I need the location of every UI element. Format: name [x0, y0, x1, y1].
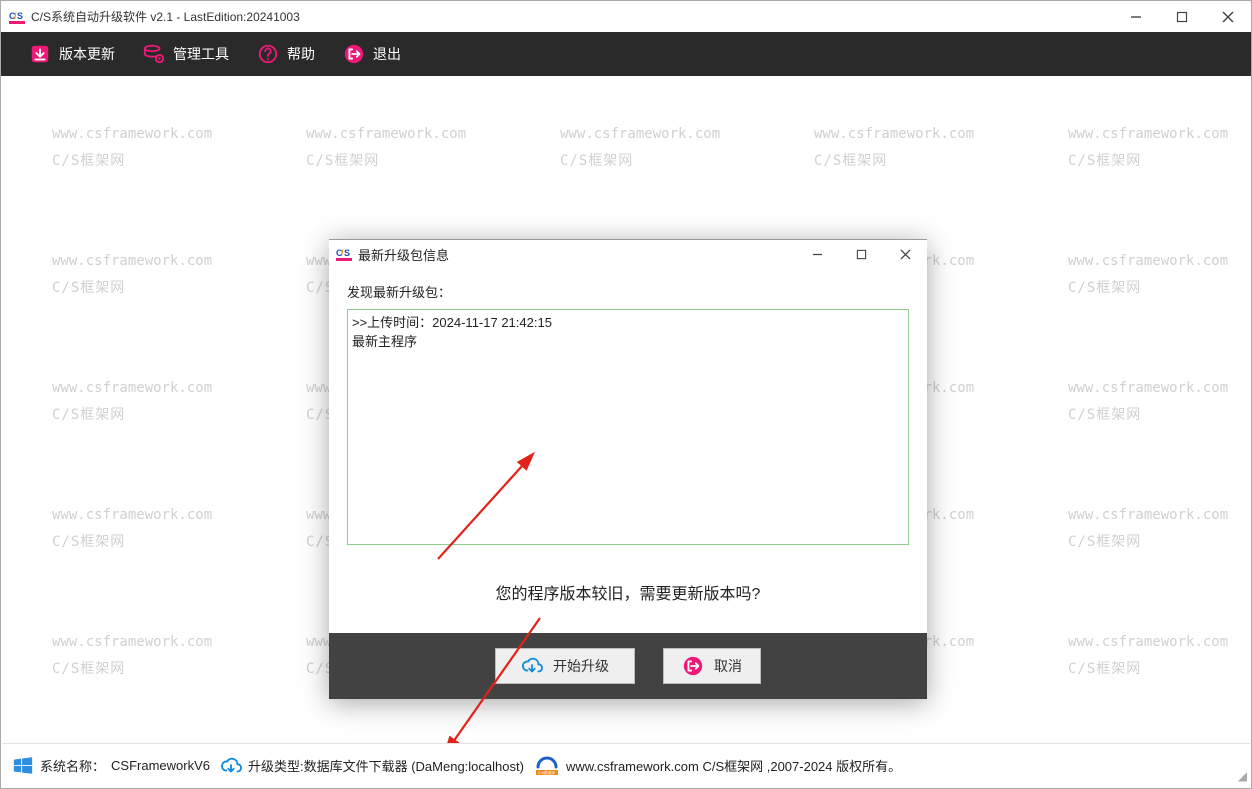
status-bar: 系统名称： CSFrameworkV6 升级类型:数据库文件下载器 (DaMen… — [2, 743, 1250, 787]
dialog-title-text: 最新升级包信息 — [358, 245, 449, 264]
download-icon — [29, 43, 51, 65]
maximize-button[interactable] — [1159, 1, 1205, 32]
watermark-item: www.csframework.comC/S框架网 — [1068, 248, 1228, 301]
start-upgrade-button[interactable]: 开始升级 — [495, 648, 635, 684]
update-prompt: 您的程序版本较旧，需要更新版本吗? — [347, 580, 909, 604]
dialog-footer: 开始升级 取消 — [329, 633, 927, 699]
watermark-item: www.csframework.comC/S框架网 — [52, 248, 212, 301]
watermark-item: www.csframework.comC/S框架网 — [1068, 502, 1228, 555]
dialog-maximize-button[interactable] — [839, 240, 883, 268]
toolbar-exit[interactable]: 退出 — [329, 37, 415, 71]
brand-logo-icon: C/S框架网 — [534, 755, 560, 777]
watermark-item: www.csframework.comC/S框架网 — [560, 121, 720, 174]
watermark-item: www.csframework.comC/S框架网 — [814, 121, 974, 174]
app-icon: C/S — [9, 10, 25, 24]
toolbar-version-update[interactable]: 版本更新 — [15, 37, 129, 71]
copyright-text: www.csframework.com C/S框架网 ,2007-2024 版权… — [566, 756, 901, 775]
toolbar-label: 管理工具 — [173, 44, 229, 64]
resize-grip-icon[interactable]: ◢ — [1238, 769, 1245, 783]
main-window: C/S C/S系统自动升级软件 v2.1 - LastEdition:20241… — [0, 0, 1252, 789]
svg-text:S: S — [17, 11, 23, 21]
sysname-value: CSFrameworkV6 — [111, 758, 210, 773]
minimize-button[interactable] — [1113, 1, 1159, 32]
title-bar: C/S C/S系统自动升级软件 v2.1 - LastEdition:20241… — [1, 1, 1251, 32]
toolbar: 版本更新 管理工具 帮助 退出 — [1, 32, 1251, 76]
dialog-minimize-button[interactable] — [795, 240, 839, 268]
watermark-item: www.csframework.comC/S框架网 — [52, 629, 212, 682]
package-info-textarea[interactable] — [347, 309, 909, 545]
watermark-item: www.csframework.comC/S框架网 — [1068, 375, 1228, 428]
cloud-download-icon — [521, 655, 543, 677]
toolbar-label: 版本更新 — [59, 44, 115, 64]
found-package-label: 发现最新升级包： — [347, 282, 909, 301]
upgrade-dialog: C/S 最新升级包信息 发现最新升级包： — [329, 239, 927, 699]
watermark-item: www.csframework.comC/S框架网 — [52, 375, 212, 428]
sysname-label: 系统名称： — [40, 756, 105, 775]
window-title: C/S系统自动升级软件 v2.1 - LastEdition:20241003 — [31, 8, 300, 25]
toolbar-admin-tools[interactable]: 管理工具 — [129, 37, 243, 71]
button-label: 开始升级 — [553, 656, 609, 676]
svg-text:C/S框架网: C/S框架网 — [538, 770, 555, 775]
help-icon — [257, 43, 279, 65]
dialog-title-bar: C/S 最新升级包信息 — [329, 240, 927, 268]
content-area: www.csframework.comC/S框架网 www.csframework… — [2, 77, 1250, 743]
watermark-item: www.csframework.comC/S框架网 — [1068, 121, 1228, 174]
watermark-item: www.csframework.comC/S框架网 — [306, 121, 466, 174]
exit-icon — [682, 655, 704, 677]
watermark-item: www.csframework.comC/S框架网 — [1068, 629, 1228, 682]
exit-icon — [343, 43, 365, 65]
dialog-close-button[interactable] — [883, 240, 927, 268]
stack-gear-icon — [143, 43, 165, 65]
cancel-button[interactable]: 取消 — [663, 648, 761, 684]
toolbar-help[interactable]: 帮助 — [243, 37, 329, 71]
upgrade-type-text: 升级类型:数据库文件下载器 (DaMeng:localhost) — [248, 756, 524, 775]
toolbar-label: 退出 — [373, 44, 401, 64]
svg-text:S: S — [344, 248, 350, 258]
app-icon: C/S — [336, 247, 352, 261]
cloud-download-icon — [220, 755, 242, 777]
watermark-item: www.csframework.comC/S框架网 — [52, 121, 212, 174]
watermark-item: www.csframework.comC/S框架网 — [52, 502, 212, 555]
windows-flag-icon — [12, 755, 34, 777]
close-button[interactable] — [1205, 1, 1251, 32]
button-label: 取消 — [714, 656, 742, 676]
toolbar-label: 帮助 — [287, 44, 315, 64]
